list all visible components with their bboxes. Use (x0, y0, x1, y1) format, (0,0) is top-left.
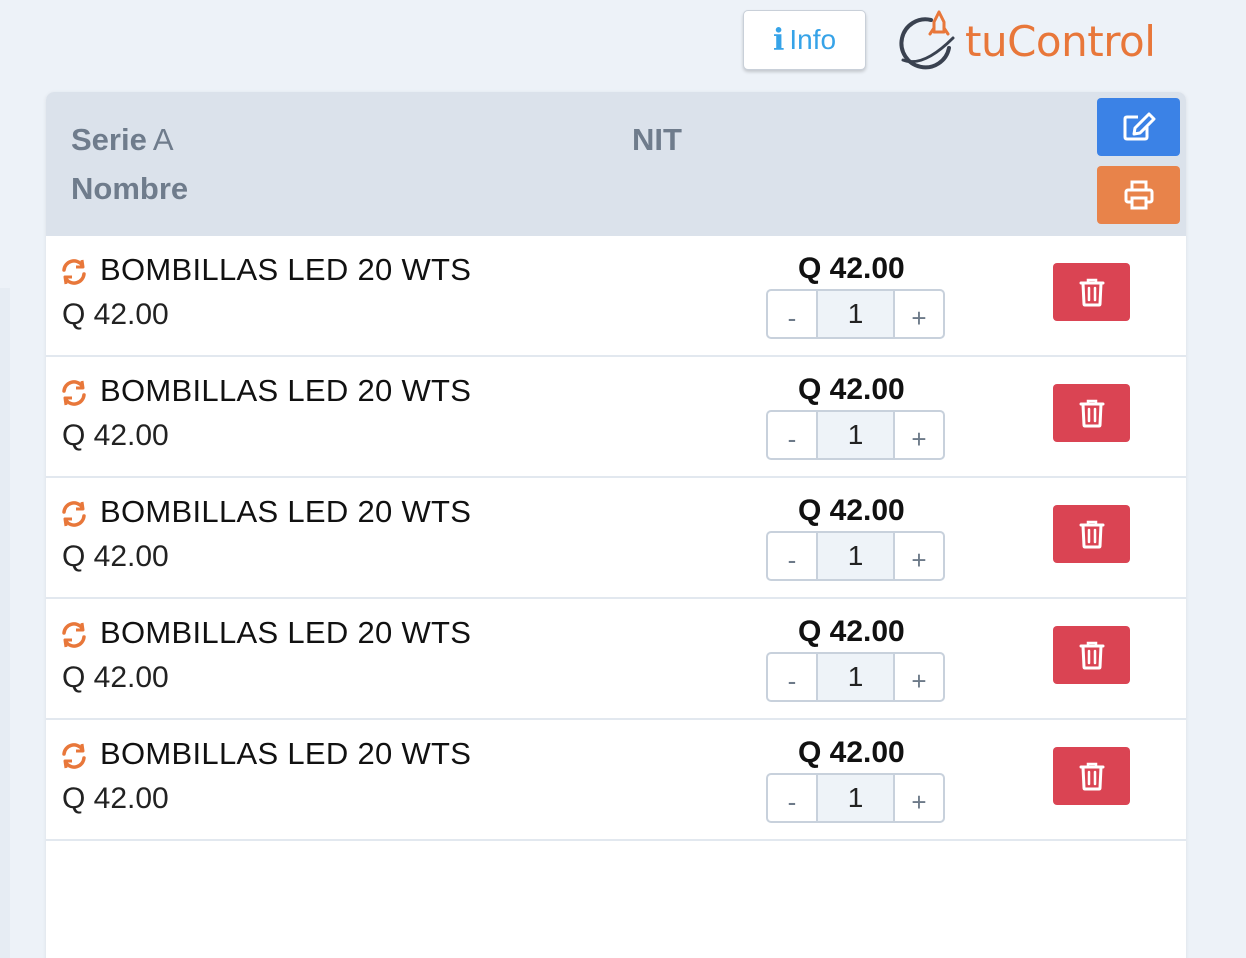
quantity-stepper: - 1 + (766, 773, 945, 823)
brand-logo: tuControl (893, 8, 1156, 74)
increment-button[interactable]: + (895, 412, 943, 458)
brand-name: tuControl (965, 16, 1156, 66)
quantity-input[interactable]: 1 (816, 654, 895, 700)
quantity-stepper: - 1 + (766, 531, 945, 581)
list-item: BOMBILLAS LED 20 WTS Q 42.00 Q 42.00 - 1… (46, 599, 1186, 720)
side-panel-edge (0, 288, 10, 958)
item-name: BOMBILLAS LED 20 WTS (100, 736, 472, 771)
item-unit-price: Q 42.00 (62, 540, 169, 573)
quantity-stepper: - 1 + (766, 289, 945, 339)
item-unit-price: Q 42.00 (62, 419, 169, 452)
items-list: BOMBILLAS LED 20 WTS Q 42.00 Q 42.00 - 1… (46, 236, 1186, 841)
trash-icon (1079, 278, 1104, 307)
delete-button[interactable] (1053, 626, 1130, 684)
quantity-stepper: - 1 + (766, 652, 945, 702)
info-icon: i (772, 22, 785, 58)
delete-button[interactable] (1053, 384, 1130, 442)
item-total: Q 42.00 (798, 494, 905, 527)
delete-button[interactable] (1053, 505, 1130, 563)
sync-icon[interactable] (60, 500, 88, 528)
item-unit-price: Q 42.00 (62, 782, 169, 815)
edit-button[interactable] (1097, 98, 1180, 156)
decrement-button[interactable]: - (768, 412, 816, 458)
sync-icon[interactable] (60, 742, 88, 770)
quantity-stepper: - 1 + (766, 410, 945, 460)
print-button[interactable] (1097, 166, 1180, 224)
invoice-card: SerieA Nombre NIT BOMBILLAS LED 20 WTS (46, 92, 1186, 958)
item-total: Q 42.00 (798, 615, 905, 648)
item-unit-price: Q 42.00 (62, 661, 169, 694)
info-button-label: Info (789, 24, 837, 55)
list-item: BOMBILLAS LED 20 WTS Q 42.00 Q 42.00 - 1… (46, 357, 1186, 478)
list-item: BOMBILLAS LED 20 WTS Q 42.00 Q 42.00 - 1… (46, 720, 1186, 841)
sync-icon[interactable] (60, 621, 88, 649)
item-total: Q 42.00 (798, 252, 905, 285)
item-total: Q 42.00 (798, 736, 905, 769)
increment-button[interactable]: + (895, 291, 943, 337)
invoice-header: Serie A Nombre NIT (46, 92, 1186, 236)
info-button[interactable]: i Info (743, 10, 866, 70)
decrement-button[interactable]: - (768, 654, 816, 700)
print-icon (1124, 180, 1153, 210)
nombre-label: Nombre (71, 171, 189, 206)
delete-button[interactable] (1053, 263, 1130, 321)
item-name: BOMBILLAS LED 20 WTS (100, 615, 472, 650)
item-name: BOMBILLAS LED 20 WTS (100, 373, 472, 408)
serie-value: A (152, 122, 174, 157)
edit-icon (1123, 112, 1155, 141)
trash-icon (1079, 520, 1104, 549)
sync-icon[interactable] (60, 379, 88, 407)
decrement-button[interactable]: - (768, 775, 816, 821)
delete-button[interactable] (1053, 747, 1130, 805)
rocket-orbit-icon (899, 10, 955, 70)
increment-button[interactable]: + (895, 775, 943, 821)
nit-label: NIT (632, 122, 682, 157)
trash-icon (1079, 641, 1104, 670)
serie-label: Serie (71, 122, 147, 157)
quantity-input[interactable]: 1 (816, 533, 895, 579)
increment-button[interactable]: + (895, 533, 943, 579)
serie-field: Serie A (71, 122, 174, 158)
quantity-input[interactable]: 1 (816, 412, 895, 458)
quantity-input[interactable]: 1 (816, 291, 895, 337)
sync-icon[interactable] (60, 258, 88, 286)
item-unit-price: Q 42.00 (62, 298, 169, 331)
list-item: BOMBILLAS LED 20 WTS Q 42.00 Q 42.00 - 1… (46, 236, 1186, 357)
trash-icon (1079, 762, 1104, 791)
trash-icon (1079, 399, 1104, 428)
list-item: BOMBILLAS LED 20 WTS Q 42.00 Q 42.00 - 1… (46, 478, 1186, 599)
increment-button[interactable]: + (895, 654, 943, 700)
item-name: BOMBILLAS LED 20 WTS (100, 252, 472, 287)
item-total: Q 42.00 (798, 373, 905, 406)
item-name: BOMBILLAS LED 20 WTS (100, 494, 472, 529)
decrement-button[interactable]: - (768, 533, 816, 579)
decrement-button[interactable]: - (768, 291, 816, 337)
quantity-input[interactable]: 1 (816, 775, 895, 821)
